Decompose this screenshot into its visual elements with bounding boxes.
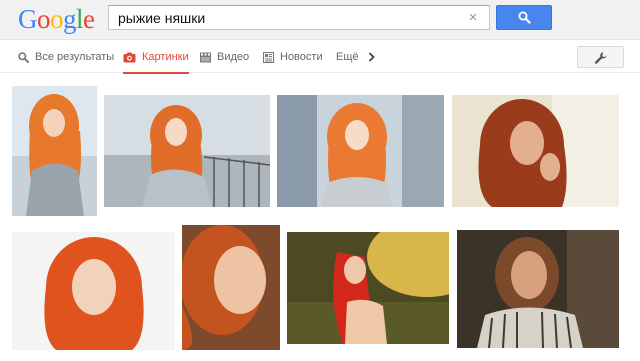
google-logo[interactable]: Google [18, 3, 95, 35]
header-bar: Google × [0, 0, 640, 40]
image-result[interactable] [12, 232, 175, 350]
image-result[interactable] [452, 95, 619, 207]
image-thumbnail [457, 230, 619, 348]
logo-letter: l [76, 4, 84, 34]
image-thumbnail [287, 232, 449, 344]
tab-more[interactable]: Ещё [336, 41, 375, 73]
tab-label: Картинки [142, 51, 189, 63]
image-result[interactable] [182, 225, 280, 350]
search-tabs: Все результаты Картинки Видео Новости Ещ… [0, 41, 640, 74]
newspaper-icon [263, 51, 274, 63]
image-thumbnail [182, 225, 280, 350]
wrench-icon [594, 52, 607, 64]
tab-label: Новости [280, 51, 323, 63]
tab-all-results[interactable]: Все результаты [18, 41, 114, 73]
image-thumbnail [12, 86, 97, 216]
clear-search-button[interactable]: × [465, 9, 481, 26]
image-result[interactable] [12, 86, 97, 216]
image-thumbnail [452, 95, 619, 207]
tab-images[interactable]: Картинки [123, 41, 189, 74]
image-result[interactable] [457, 230, 619, 348]
logo-letter: e [83, 4, 95, 34]
search-button[interactable] [496, 5, 552, 30]
logo-letter: G [18, 4, 38, 34]
tab-news[interactable]: Новости [263, 41, 323, 73]
search-box: × [108, 5, 490, 30]
tools-button[interactable] [577, 46, 624, 68]
logo-letter: g [63, 4, 77, 34]
tab-label: Все результаты [35, 51, 115, 63]
tab-label: Видео [217, 51, 250, 63]
search-icon [518, 11, 531, 24]
search-input[interactable] [109, 6, 449, 29]
chevron-right-icon [368, 52, 375, 62]
image-thumbnail [277, 95, 444, 207]
logo-letter: o [50, 4, 64, 34]
image-result[interactable] [277, 95, 444, 207]
image-result[interactable] [287, 232, 449, 344]
search-icon [18, 51, 29, 63]
image-result[interactable] [104, 95, 270, 207]
tab-video[interactable]: Видео [200, 41, 249, 73]
camera-icon [123, 52, 136, 62]
tab-label: Ещё [336, 51, 359, 63]
image-thumbnail [12, 232, 175, 350]
film-icon [200, 52, 211, 62]
image-thumbnail [104, 95, 270, 207]
logo-letter: o [37, 4, 51, 34]
